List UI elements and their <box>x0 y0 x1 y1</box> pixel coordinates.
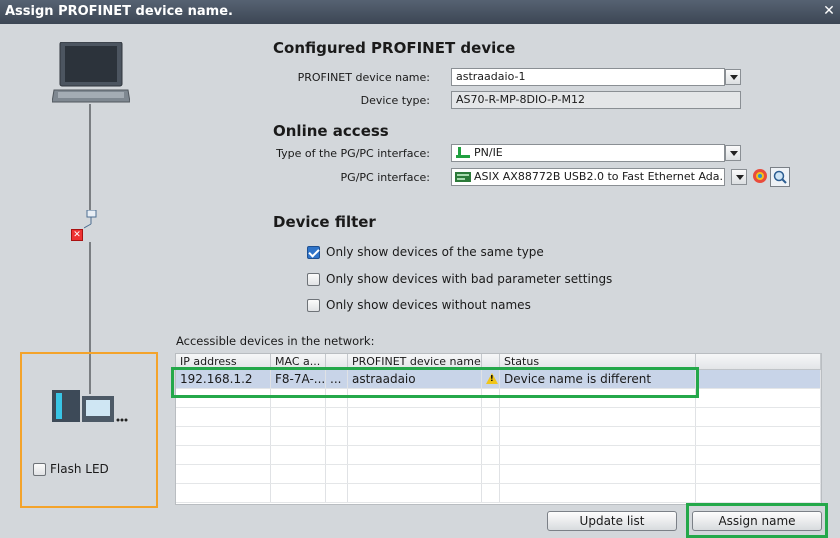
laptop-icon <box>52 42 130 103</box>
window-title: Assign PROFINET device name. <box>5 4 233 19</box>
iface-field[interactable]: ASIX AX88772B USB2.0 to Fast Ethernet Ad… <box>451 168 725 186</box>
filter-bad-params-checkbox[interactable] <box>307 272 320 286</box>
device-type-field: AS70-R-MP-8DIO-P-M12 <box>451 91 741 109</box>
filter-without-names[interactable]: Only show devices without names <box>307 298 531 312</box>
table-row-empty <box>176 427 821 446</box>
assign-name-button[interactable]: Assign name <box>692 511 822 531</box>
device-name-label: PROFINET device name: <box>297 71 430 84</box>
filter-bad-params[interactable]: Only show devices with bad parameter set… <box>307 272 612 286</box>
network-line-top <box>89 104 91 216</box>
iface-label: PG/PC interface: <box>340 171 430 184</box>
filter-without-names-checkbox[interactable] <box>307 298 320 312</box>
title-bar: Assign PROFINET device name. ✕ <box>0 0 840 24</box>
row-highlight <box>171 367 699 398</box>
error-icon: ✕ <box>71 229 83 241</box>
flash-led-highlight <box>20 352 158 508</box>
table-row-empty <box>176 408 821 427</box>
col-filler <box>696 354 821 369</box>
network-card-icon <box>455 172 471 182</box>
device-icon <box>52 390 128 422</box>
filter-same-type[interactable]: Only show devices of the same type <box>307 245 544 259</box>
pnie-icon <box>456 147 470 158</box>
filter-bad-params-label: Only show devices with bad parameter set… <box>326 272 613 286</box>
pnie-text: PN/IE <box>474 146 503 159</box>
iface-type-label: Type of the PG/PC interface: <box>276 147 430 160</box>
search-network-icon[interactable] <box>770 167 790 187</box>
filter-same-type-label: Only show devices of the same type <box>326 245 544 259</box>
accessible-devices-label: Accessible devices in the network: <box>176 334 375 348</box>
device-name-dropdown[interactable] <box>725 69 741 85</box>
filter-same-type-checkbox[interactable] <box>307 245 320 259</box>
table-row-empty <box>176 465 821 484</box>
cell-filler <box>696 370 821 388</box>
update-list-button[interactable]: Update list <box>547 511 677 531</box>
flash-led-box[interactable] <box>33 462 46 476</box>
iface-dropdown[interactable] <box>731 169 747 185</box>
filter-without-names-label: Only show devices without names <box>326 298 531 312</box>
device-name-field[interactable]: astraadaio-1 <box>451 68 725 86</box>
device-filter-heading: Device filter <box>273 213 376 231</box>
table-row-empty <box>176 446 821 465</box>
table-row-empty <box>176 484 821 503</box>
close-icon[interactable]: ✕ <box>822 3 836 19</box>
online-access-heading: Online access <box>273 122 389 140</box>
configured-heading: Configured PROFINET device <box>273 39 516 57</box>
iface-type-field[interactable]: PN/IE <box>451 144 725 162</box>
diagnostics-icon[interactable] <box>751 167 769 185</box>
iface-type-dropdown[interactable] <box>725 145 741 161</box>
iface-text: ASIX AX88772B USB2.0 to Fast Ethernet Ad… <box>474 170 725 183</box>
network-connector-icon <box>84 210 97 229</box>
device-type-label: Device type: <box>360 94 430 107</box>
flash-led-checkbox[interactable]: Flash LED <box>33 462 109 476</box>
flash-led-label: Flash LED <box>50 462 109 476</box>
